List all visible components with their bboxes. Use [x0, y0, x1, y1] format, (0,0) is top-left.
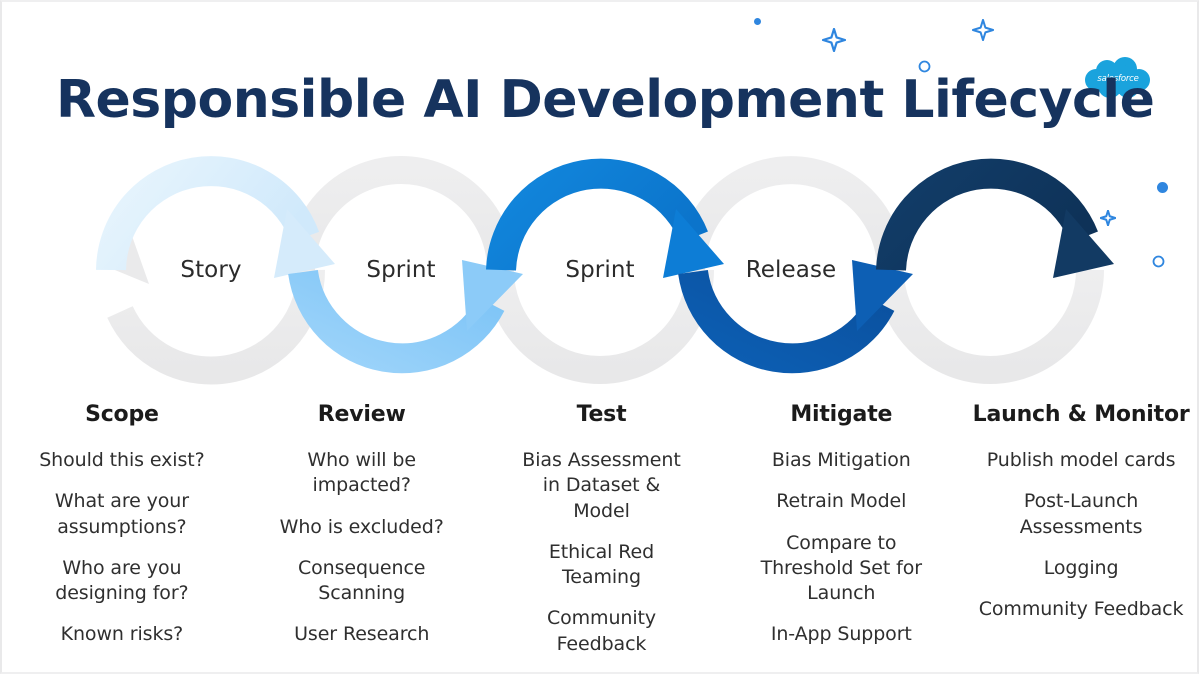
sparkle-icon	[972, 19, 994, 41]
phase-item: Retrain Model	[776, 490, 907, 513]
slide-canvas: salesforce Responsible AI Development Li…	[0, 0, 1199, 674]
phase-column-launch-monitor: Launch & Monitor Publish model cards Pos…	[961, 402, 1197, 657]
dot-small-icon	[754, 18, 761, 25]
phase-item: Consequence Scanning	[297, 556, 426, 605]
node-label-story: Story	[180, 257, 242, 283]
phase-item: What are your assumptions?	[54, 490, 189, 538]
phase-title-test: Test	[576, 402, 627, 427]
ring-track-2	[287, 156, 515, 271]
phase-item: Who will be impacted?	[307, 449, 416, 497]
phase-item: Known risks?	[60, 623, 184, 646]
phase-column-scope: Scope Should this exist? What are your a…	[2, 402, 242, 657]
phase-item: Who are you designing for?	[55, 556, 189, 605]
phase-columns: Scope Should this exist? What are your a…	[2, 402, 1197, 657]
node-label-sprint-1: Sprint	[366, 257, 436, 283]
phase-item: Community Feedback	[978, 598, 1184, 621]
lifecycle-diagram: Story Sprint Sprint Release	[2, 152, 1197, 392]
phase-item: Who is excluded?	[279, 515, 444, 538]
arc-launch	[876, 158, 1114, 278]
node-label-release: Release	[745, 257, 837, 283]
ring-track-4	[677, 156, 905, 271]
phase-item: Ethical Red Teaming	[548, 540, 655, 589]
phase-item: In-App Support	[770, 623, 912, 646]
phase-item: Publish model cards	[986, 449, 1176, 471]
phase-column-review: Review Who will be impacted? Who is excl…	[242, 402, 482, 657]
phase-title-scope: Scope	[85, 402, 159, 427]
phase-item: User Research	[294, 623, 430, 646]
phase-title-review: Review	[317, 402, 406, 427]
sparkle-icon	[822, 28, 846, 52]
phase-item: Post-Launch Assessments	[1019, 490, 1143, 538]
phase-column-test: Test Bias Assessment in Dataset & Model …	[482, 402, 722, 657]
phase-item: Compare to Threshold Set for Launch	[760, 531, 922, 605]
phase-item: Community Feedback	[546, 607, 657, 655]
phase-item: Bias Mitigation	[771, 449, 911, 471]
ring-track-3	[486, 269, 714, 384]
phase-item: Should this exist?	[39, 449, 205, 471]
phase-title-mitigate: Mitigate	[790, 402, 893, 427]
ring-track-5	[876, 269, 1104, 384]
page-title: Responsible AI Development Lifecycle	[56, 70, 1155, 130]
phase-item: Bias Assessment in Dataset & Model	[522, 449, 681, 522]
node-label-sprint-2: Sprint	[565, 257, 635, 283]
phase-item: Logging	[1043, 556, 1119, 579]
phase-column-mitigate: Mitigate Bias Mitigation Retrain Model C…	[721, 402, 961, 657]
phase-title-launch-monitor: Launch & Monitor	[972, 402, 1190, 427]
